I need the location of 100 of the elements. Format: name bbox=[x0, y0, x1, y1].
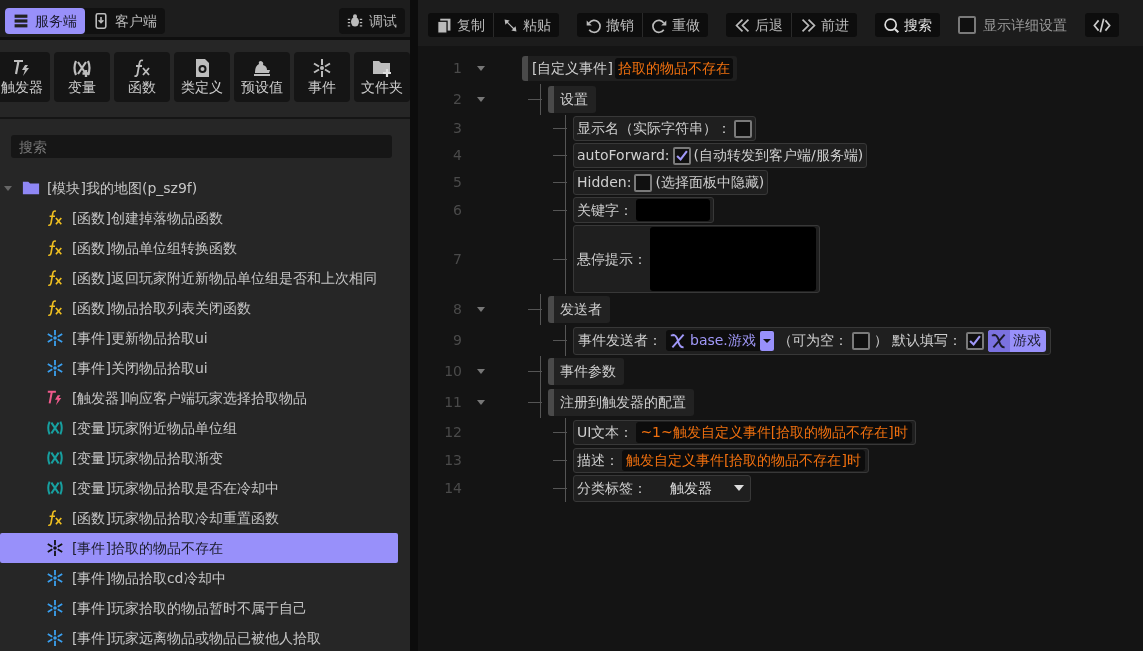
event-type-label: [自定义事件] bbox=[532, 58, 613, 78]
category-dropdown[interactable]: 触发器 bbox=[650, 477, 744, 499]
toolbar-button[interactable]: 重做 bbox=[642, 13, 708, 37]
double-chevron-left-icon bbox=[734, 16, 751, 34]
field-label: 显示名（实际字符串）： bbox=[577, 119, 731, 138]
function-icon bbox=[132, 58, 152, 79]
function-icon bbox=[46, 239, 64, 257]
tree-item[interactable]: [模块]我的地图(p_sz9f) bbox=[0, 173, 398, 203]
copy-icon bbox=[436, 16, 453, 34]
fold-arrow-icon[interactable] bbox=[477, 65, 485, 71]
create-button[interactable]: 函数 bbox=[114, 52, 170, 102]
toolbar-button[interactable]: 后退 bbox=[726, 13, 791, 37]
checkbox[interactable] bbox=[965, 331, 984, 350]
text-input[interactable]: 触发自定义事件[拾取的物品不存在]时 bbox=[622, 449, 865, 471]
toolbar-button[interactable]: 撤销 bbox=[577, 13, 642, 37]
folder-icon bbox=[22, 179, 40, 197]
field-label: ） bbox=[873, 331, 888, 350]
tree-item[interactable]: [事件]玩家拾取的物品暂时不属于自己 bbox=[0, 593, 398, 623]
toolbar-button[interactable]: 复制 bbox=[428, 13, 493, 37]
field-label: Hidden: bbox=[577, 173, 632, 192]
toolbar-button[interactable]: 搜索 bbox=[875, 13, 940, 37]
asterisk-icon bbox=[46, 599, 64, 617]
caret-icon bbox=[759, 330, 774, 351]
check-icon bbox=[967, 333, 982, 348]
fold-arrow-icon[interactable] bbox=[4, 185, 12, 191]
section-header[interactable]: 事件参数 bbox=[548, 358, 624, 385]
create-button[interactable]: 类定义 bbox=[174, 52, 230, 102]
checkbox[interactable] bbox=[672, 146, 691, 165]
tree-item[interactable]: [函数]玩家物品拾取冷却重置函数 bbox=[0, 503, 398, 533]
fold-arrow-icon[interactable] bbox=[477, 97, 485, 102]
creature-icon bbox=[252, 58, 272, 79]
field-label: 关键字： bbox=[577, 200, 633, 220]
folder-plus-icon bbox=[372, 58, 392, 79]
side-tab[interactable]: 客户端 bbox=[85, 8, 165, 34]
tree-item[interactable]: [变量]玩家物品拾取渐变 bbox=[0, 443, 398, 473]
field-note: (自动转发到客户端/服务端) bbox=[693, 146, 864, 165]
create-button[interactable]: 变量 bbox=[54, 52, 110, 102]
x-icon bbox=[670, 332, 686, 349]
function-icon bbox=[46, 269, 64, 287]
tree-item[interactable]: [函数]物品单位组转换函数 bbox=[0, 233, 398, 263]
tree-item[interactable]: [变量]玩家附近物品单位组 bbox=[0, 413, 398, 443]
checkbox[interactable] bbox=[634, 173, 653, 192]
server-icon bbox=[13, 13, 29, 29]
field-label: UI文本： bbox=[577, 422, 634, 442]
search-field[interactable]: 搜索 bbox=[11, 135, 392, 158]
tree-item[interactable]: [函数]物品拾取列表关闭函数 bbox=[0, 293, 398, 323]
create-button[interactable]: 文件夹 bbox=[354, 52, 410, 102]
fold-arrow-icon[interactable] bbox=[477, 369, 485, 374]
code-icon bbox=[1093, 16, 1111, 34]
asterisk-icon bbox=[46, 329, 64, 347]
variable-icon bbox=[46, 479, 64, 497]
toolbar-button[interactable]: 粘贴 bbox=[493, 13, 559, 37]
sender-select[interactable]: base.游戏 bbox=[666, 330, 774, 351]
field-label: （可为空： bbox=[777, 331, 848, 350]
section-header[interactable]: 设置 bbox=[548, 86, 596, 113]
checkbox[interactable] bbox=[851, 331, 870, 350]
tree-item[interactable]: [触发器]响应客户端玩家选择拾取物品 bbox=[0, 383, 398, 413]
create-button[interactable]: 事件 bbox=[294, 52, 350, 102]
field-label: 事件发送者： bbox=[578, 331, 662, 350]
variable-icon bbox=[46, 449, 64, 467]
trigger-icon bbox=[46, 389, 64, 407]
checkbox[interactable] bbox=[958, 16, 976, 34]
tree-item[interactable]: [事件]玩家远离物品或物品已被他人拾取 bbox=[0, 623, 398, 651]
function-icon bbox=[46, 209, 64, 227]
event-name-field[interactable]: 拾取的物品不存在 bbox=[614, 57, 733, 79]
checkbox-label: 显示详细设置 bbox=[983, 15, 1067, 35]
tree-item[interactable]: [变量]玩家物品拾取是否在冷却中 bbox=[0, 473, 398, 503]
create-button[interactable]: 触发器 bbox=[0, 52, 50, 102]
create-button[interactable]: 预设值 bbox=[234, 52, 290, 102]
tree-item[interactable]: [事件]更新物品拾取ui bbox=[0, 323, 398, 353]
function-icon bbox=[46, 509, 64, 527]
variable-icon bbox=[72, 58, 92, 79]
tree-item[interactable]: [事件]拾取的物品不存在 bbox=[0, 533, 398, 563]
asterisk-icon bbox=[46, 539, 64, 557]
bug-icon bbox=[347, 13, 363, 29]
text-input[interactable]: ~1~触发自定义事件[拾取的物品不存在]时 bbox=[636, 421, 912, 443]
tree-item[interactable]: [函数]创建掉落物品函数 bbox=[0, 203, 398, 233]
field-label: autoForward: bbox=[577, 146, 670, 165]
function-icon bbox=[46, 299, 64, 317]
section-header[interactable]: 发送者 bbox=[548, 296, 610, 323]
tree-item[interactable]: [函数]返回玩家附近新物品单位组是否和上次相同 bbox=[0, 263, 398, 293]
caret-icon bbox=[734, 485, 744, 491]
fold-arrow-icon[interactable] bbox=[477, 307, 485, 312]
tree-item[interactable]: [事件]关闭物品拾取ui bbox=[0, 353, 398, 383]
field-label: 默认填写： bbox=[891, 331, 962, 350]
field-label: 描述： bbox=[577, 450, 619, 470]
side-tab[interactable]: 服务端 bbox=[5, 8, 85, 34]
toolbar-button[interactable]: 前进 bbox=[791, 13, 857, 37]
debug-button[interactable]: 调试 bbox=[339, 8, 405, 34]
check-icon bbox=[674, 148, 689, 163]
fold-arrow-icon[interactable] bbox=[477, 400, 485, 405]
default-value-chip[interactable]: 游戏 bbox=[987, 329, 1046, 352]
field-note: (选择面板中隐藏) bbox=[655, 173, 765, 192]
checkbox[interactable] bbox=[734, 119, 752, 138]
phone-download-icon bbox=[93, 13, 109, 29]
section-header[interactable]: 注册到触发器的配置 bbox=[548, 389, 694, 416]
text-input[interactable] bbox=[636, 199, 710, 221]
tree-item[interactable]: [事件]物品拾取cd冷却中 bbox=[0, 563, 398, 593]
field-label: 分类标签： bbox=[577, 478, 647, 498]
asterisk-icon bbox=[46, 629, 64, 647]
